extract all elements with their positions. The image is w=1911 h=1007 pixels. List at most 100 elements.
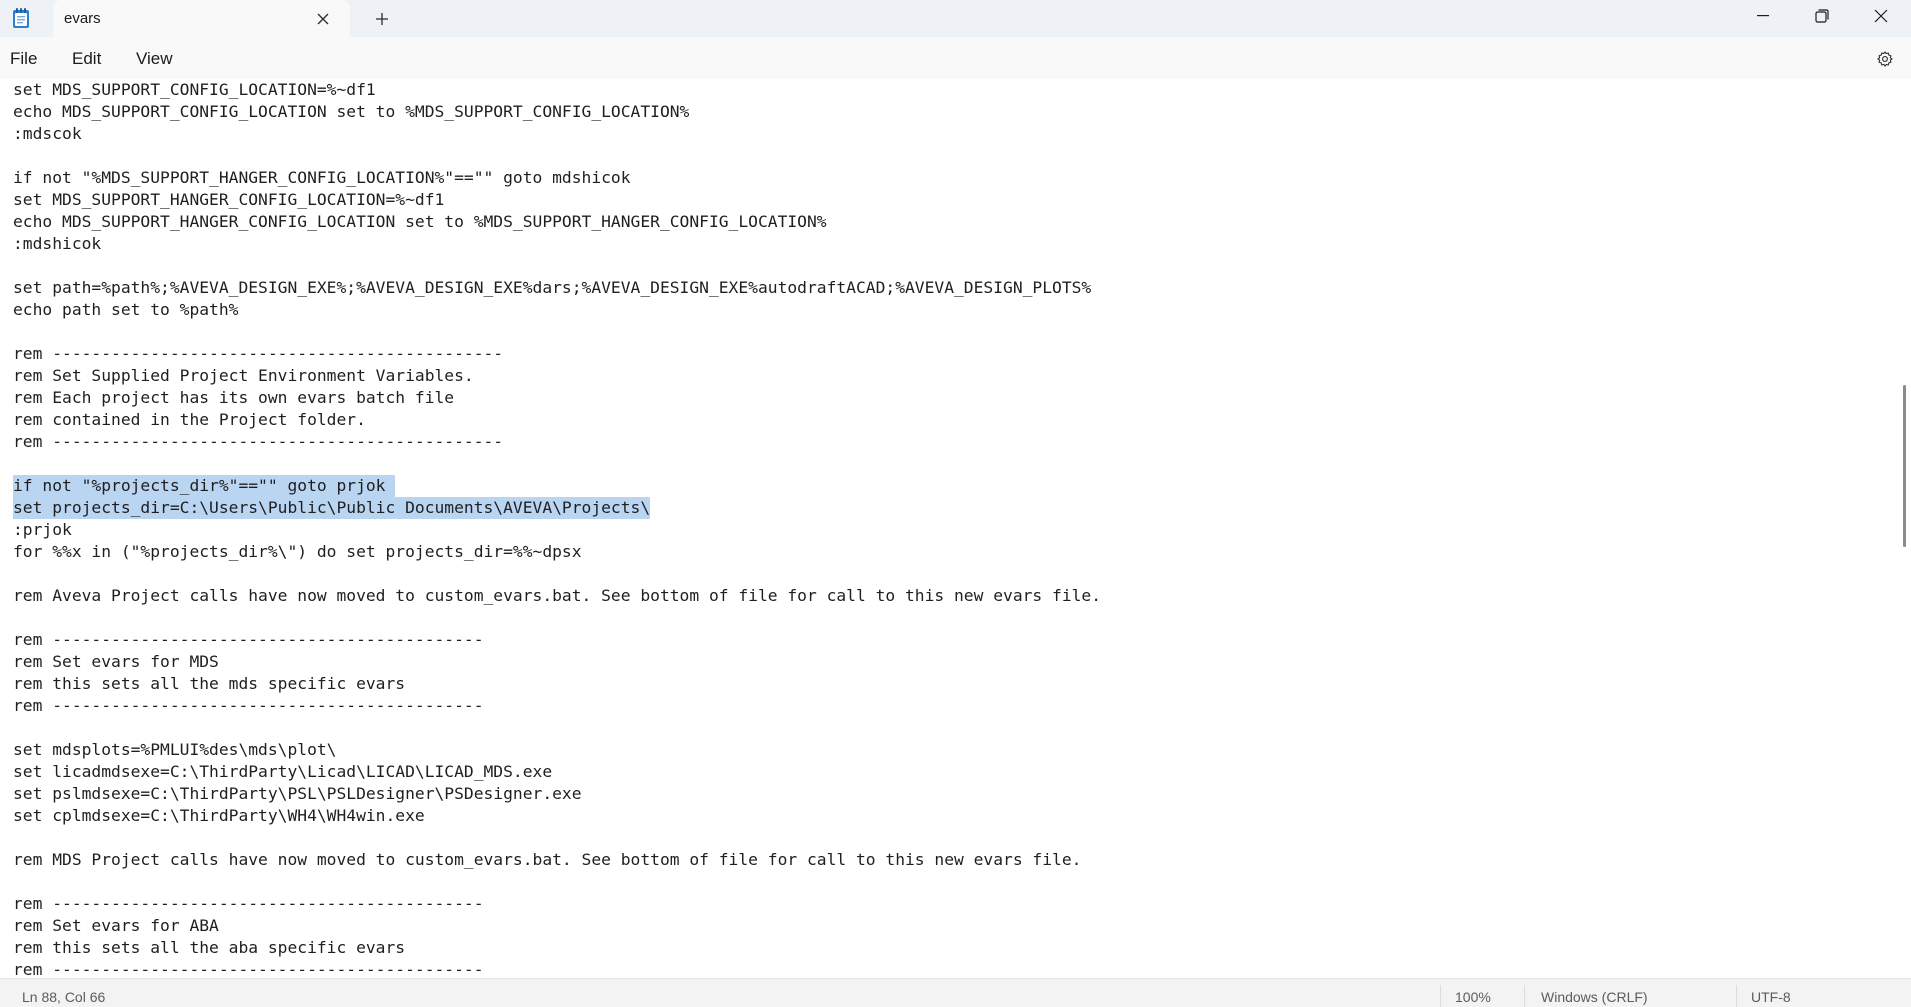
text-line: set cplmdsexe=C:\ThirdParty\WH4\WH4win.e… <box>13 805 1101 827</box>
text-line <box>13 871 1101 893</box>
line-text: rem ------------------------------------… <box>13 894 484 913</box>
line-text: rem Each project has its own evars batch… <box>13 388 455 407</box>
text-line <box>13 607 1101 629</box>
line-text: rem ------------------------------------… <box>13 960 484 978</box>
text-line: rem Set evars for MDS <box>13 651 1101 673</box>
text-line: rem Each project has its own evars batch… <box>13 387 1101 409</box>
line-ending[interactable]: Windows (CRLF) <box>1541 989 1648 1005</box>
text-editor[interactable]: set MDS_SUPPORT_CONFIG_LOCATION=%~df1ech… <box>0 79 1898 978</box>
text-line: :prjok <box>13 519 1101 541</box>
line-text: rem this sets all the aba specific evars <box>13 938 406 957</box>
text-line: echo MDS_SUPPORT_CONFIG_LOCATION set to … <box>13 101 1101 123</box>
text-line <box>13 145 1101 167</box>
line-text: rem this sets all the mds specific evars <box>13 674 406 693</box>
notepad-window: evars File Edit View set MDS_SUPPORT_CON… <box>0 0 1911 1007</box>
menu-edit[interactable]: Edit <box>72 49 101 69</box>
tab-title: evars <box>64 10 101 27</box>
line-text: set projects_dir=C:\Users\Public\Public … <box>13 497 651 519</box>
line-text: rem Set Supplied Project Environment Var… <box>13 366 474 385</box>
line-text: rem Set evars for ABA <box>13 916 219 935</box>
text-line <box>13 453 1101 475</box>
line-text: rem ------------------------------------… <box>13 630 484 649</box>
minimize-icon[interactable] <box>1734 0 1792 32</box>
text-line <box>13 827 1101 849</box>
gear-icon[interactable] <box>1873 47 1897 71</box>
line-text: set pslmdsexe=C:\ThirdParty\PSL\PSLDesig… <box>13 784 582 803</box>
text-line: if not "%MDS_SUPPORT_HANGER_CONFIG_LOCAT… <box>13 167 1101 189</box>
text-line <box>13 717 1101 739</box>
text-line: rem Set evars for ABA <box>13 915 1101 937</box>
status-bar: Ln 88, Col 66 100% Windows (CRLF) UTF-8 <box>0 978 1911 1007</box>
text-line: rem ------------------------------------… <box>13 893 1101 915</box>
line-text: :mdscok <box>13 124 82 143</box>
text-line <box>13 255 1101 277</box>
text-line: rem Aveva Project calls have now moved t… <box>13 585 1101 607</box>
line-text: rem Set evars for MDS <box>13 652 219 671</box>
line-text: rem Aveva Project calls have now moved t… <box>13 586 1102 605</box>
line-text: for %%x in ("%projects_dir%\") do set pr… <box>13 542 582 561</box>
text-line: echo path set to %path% <box>13 299 1101 321</box>
line-text: rem contained in the Project folder. <box>13 410 366 429</box>
text-line: rem this sets all the mds specific evars <box>13 673 1101 695</box>
text-line: rem ------------------------------------… <box>13 629 1101 651</box>
text-line: rem ------------------------------------… <box>13 959 1101 978</box>
line-text: set MDS_SUPPORT_CONFIG_LOCATION=%~df1 <box>13 80 376 99</box>
text-line: echo MDS_SUPPORT_HANGER_CONFIG_LOCATION … <box>13 211 1101 233</box>
line-text: rem ------------------------------------… <box>13 344 504 363</box>
text-line: set MDS_SUPPORT_HANGER_CONFIG_LOCATION=%… <box>13 189 1101 211</box>
line-text: echo path set to %path% <box>13 300 239 319</box>
close-icon[interactable] <box>311 7 335 31</box>
text-line <box>13 321 1101 343</box>
line-text: if not "%MDS_SUPPORT_HANGER_CONFIG_LOCAT… <box>13 168 631 187</box>
notepad-icon <box>12 7 30 29</box>
line-text: set cplmdsexe=C:\ThirdParty\WH4\WH4win.e… <box>13 806 425 825</box>
line-text: set path=%path%;%AVEVA_DESIGN_EXE%;%AVEV… <box>13 278 1092 297</box>
scrollbar-thumb[interactable] <box>1903 385 1906 547</box>
vertical-scrollbar[interactable] <box>1898 79 1911 978</box>
text-line: rem this sets all the aba specific evars <box>13 937 1101 959</box>
zoom-level[interactable]: 100% <box>1455 989 1491 1005</box>
line-text: set mdsplots=%PMLUI%des\mds\plot\ <box>13 740 337 759</box>
text-line: rem ------------------------------------… <box>13 431 1101 453</box>
menu-bar: File Edit View <box>0 37 1911 79</box>
line-text: echo MDS_SUPPORT_CONFIG_LOCATION set to … <box>13 102 690 121</box>
text-line: rem contained in the Project folder. <box>13 409 1101 431</box>
title-bar: evars <box>0 0 1911 37</box>
restore-icon[interactable] <box>1793 0 1851 32</box>
text-line: rem MDS Project calls have now moved to … <box>13 849 1101 871</box>
text-line: set MDS_SUPPORT_CONFIG_LOCATION=%~df1 <box>13 79 1101 101</box>
line-text: rem ------------------------------------… <box>13 696 484 715</box>
text-line: :mdshicok <box>13 233 1101 255</box>
editor-lines: set MDS_SUPPORT_CONFIG_LOCATION=%~df1ech… <box>13 79 1101 978</box>
selected-text-line: set projects_dir=C:\Users\Public\Public … <box>13 497 1101 519</box>
line-text: :prjok <box>13 520 72 539</box>
text-line: rem Set Supplied Project Environment Var… <box>13 365 1101 387</box>
line-text: rem ------------------------------------… <box>13 432 504 451</box>
text-line: set path=%path%;%AVEVA_DESIGN_EXE%;%AVEV… <box>13 277 1101 299</box>
text-line: set pslmdsexe=C:\ThirdParty\PSL\PSLDesig… <box>13 783 1101 805</box>
plus-icon[interactable] <box>369 6 395 32</box>
menu-view[interactable]: View <box>136 49 173 69</box>
encoding[interactable]: UTF-8 <box>1751 989 1791 1005</box>
text-line: :mdscok <box>13 123 1101 145</box>
text-line: rem ------------------------------------… <box>13 343 1101 365</box>
tab-evars[interactable]: evars <box>53 0 350 37</box>
menu-file[interactable]: File <box>10 49 37 69</box>
line-text: set licadmdsexe=C:\ThirdParty\Licad\LICA… <box>13 762 553 781</box>
status-divider <box>1736 985 1737 1007</box>
text-line: set licadmdsexe=C:\ThirdParty\Licad\LICA… <box>13 761 1101 783</box>
selected-text-line: if not "%projects_dir%"=="" goto prjok <box>13 475 1101 497</box>
text-line: for %%x in ("%projects_dir%\") do set pr… <box>13 541 1101 563</box>
text-line <box>13 563 1101 585</box>
line-text: set MDS_SUPPORT_HANGER_CONFIG_LOCATION=%… <box>13 190 445 209</box>
line-text: echo MDS_SUPPORT_HANGER_CONFIG_LOCATION … <box>13 212 827 231</box>
cursor-position: Ln 88, Col 66 <box>22 989 106 1005</box>
line-text: rem MDS Project calls have now moved to … <box>13 850 1082 869</box>
close-icon[interactable] <box>1852 0 1910 32</box>
text-line: rem ------------------------------------… <box>13 695 1101 717</box>
status-divider <box>1524 985 1525 1007</box>
line-text: :mdshicok <box>13 234 102 253</box>
text-line: set mdsplots=%PMLUI%des\mds\plot\ <box>13 739 1101 761</box>
line-text: if not "%projects_dir%"=="" goto prjok <box>13 475 396 497</box>
status-divider <box>1440 985 1441 1007</box>
